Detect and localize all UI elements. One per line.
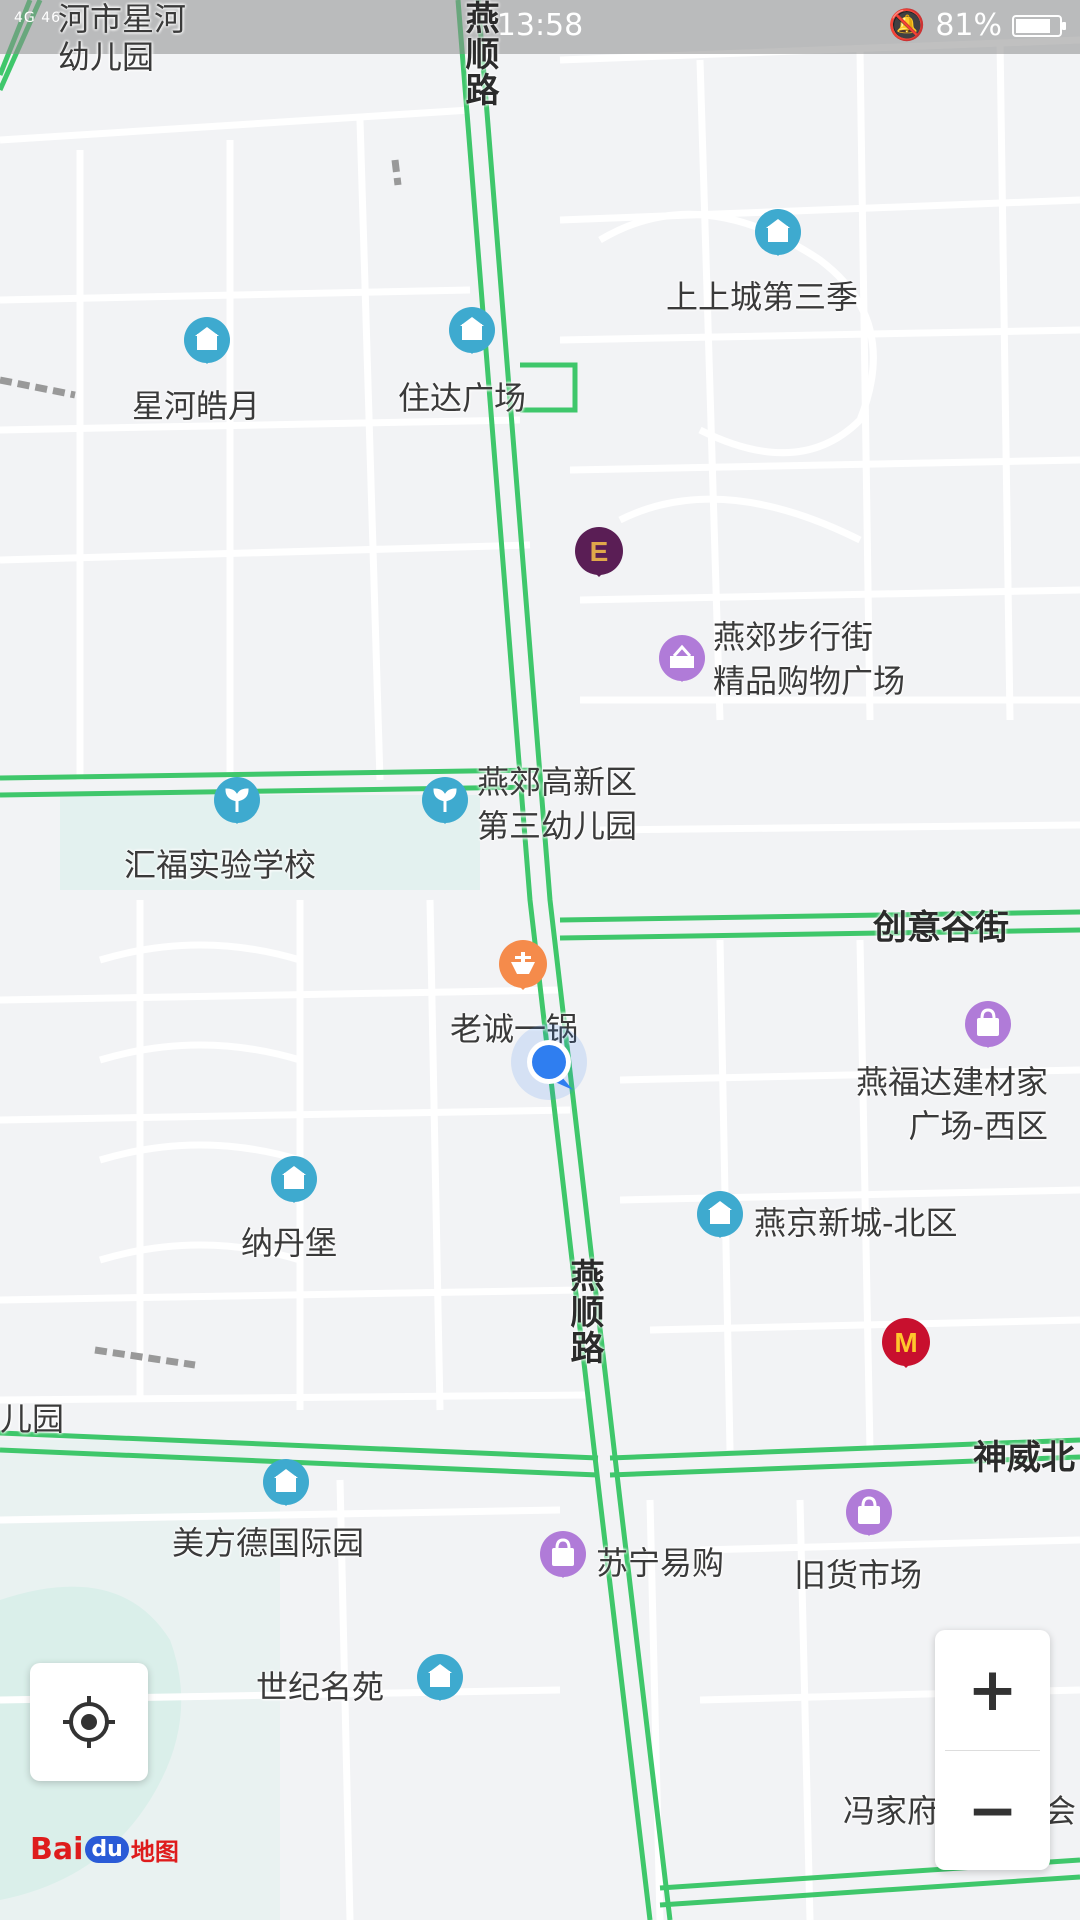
place-label-meifangde[interactable]: 美方德国际园 — [172, 1518, 364, 1564]
place-label-xinghe-kindergarten[interactable]: 河市星河 幼儿园 — [58, 0, 186, 76]
building-poi-icon[interactable] — [446, 306, 498, 358]
brand-e-poi-icon[interactable]: E — [573, 527, 625, 579]
zoom-out-button[interactable]: − — [935, 1751, 1050, 1871]
zoom-in-button[interactable]: + — [935, 1630, 1050, 1750]
shopping-bag-poi-icon[interactable] — [962, 1000, 1014, 1052]
place-label-shiji-mingyuan[interactable]: 世纪名苑 — [256, 1662, 384, 1708]
place-label-xinghe-haoyue[interactable]: 星河皓月 — [132, 381, 260, 427]
place-label-yanjing-xincheng[interactable]: 燕京新城-北区 — [754, 1198, 958, 1244]
place-label-left-edge[interactable]: 儿园 — [0, 1394, 64, 1440]
place-label-fengjia[interactable]: 冯家府 — [843, 1786, 939, 1832]
place-label-jiuhuo-market[interactable]: 旧货市场 — [794, 1550, 922, 1596]
place-label-zhuda-plaza[interactable]: 住达广场 — [398, 373, 526, 419]
place-label-yanjiao-walkstreet[interactable]: 燕郊步行街 精品购物广场 — [713, 615, 905, 703]
place-label-yanfuda[interactable]: 燕福达建材家 广场-西区 — [856, 1060, 1048, 1148]
shopping-bag-poi-icon[interactable] — [843, 1488, 895, 1540]
mcdonalds-poi-icon[interactable]: M — [880, 1318, 932, 1370]
school-sprout-poi-icon[interactable] — [211, 776, 263, 828]
restaurant-poi-icon[interactable] — [497, 940, 549, 992]
place-label-suning[interactable]: 苏宁易购 — [596, 1538, 724, 1584]
svg-text:E: E — [590, 536, 609, 567]
signal-indicator: 4G 46 — [14, 10, 62, 26]
clock: 13:58 — [496, 8, 584, 43]
zoom-control: + − — [935, 1630, 1050, 1870]
building-poi-icon[interactable] — [752, 208, 804, 260]
battery-fill — [1016, 18, 1051, 33]
current-location-marker — [509, 1022, 589, 1102]
shopping-basket-poi-icon[interactable] — [656, 634, 708, 686]
building-poi-icon[interactable] — [260, 1458, 312, 1510]
locate-me-button[interactable] — [30, 1663, 148, 1781]
road-label-chuangyi: 创意谷街 — [873, 908, 1009, 948]
place-label-nadanbao[interactable]: 纳丹堡 — [241, 1218, 337, 1264]
place-label-yanjiao-kindergarten[interactable]: 燕郊高新区 第三幼儿园 — [477, 760, 637, 848]
building-poi-icon[interactable] — [268, 1155, 320, 1207]
building-poi-icon[interactable] — [694, 1190, 746, 1242]
logo-bai: Bai — [30, 1832, 84, 1867]
road-label-shenwei: 神威北 — [973, 1438, 1075, 1478]
mute-bell-icon: 🔕 — [887, 8, 926, 43]
road-label-yanshun-mid: 燕顺路 — [564, 1258, 604, 1366]
building-poi-icon[interactable] — [181, 316, 233, 368]
building-poi-icon[interactable] — [414, 1653, 466, 1705]
crosshair-icon — [63, 1696, 115, 1748]
shopping-bag-poi-icon[interactable] — [537, 1530, 589, 1582]
logo-ditu: 地图 — [130, 1838, 179, 1866]
battery-percent: 81% — [935, 8, 1002, 43]
road-label-yanshun-top: 燕顺路 — [459, 0, 499, 108]
status-right: 🔕 81% — [887, 8, 1066, 43]
place-label-huifu-school[interactable]: 汇福实验学校 — [124, 840, 316, 886]
svg-text:M: M — [894, 1327, 917, 1358]
baidu-map-logo: Bai du 地图 — [30, 1832, 179, 1867]
school-sprout-poi-icon[interactable] — [419, 776, 471, 828]
logo-du: du — [85, 1836, 129, 1863]
place-label-shangshangcheng[interactable]: 上上城第三季 — [666, 272, 858, 318]
battery-icon — [1012, 14, 1066, 37]
